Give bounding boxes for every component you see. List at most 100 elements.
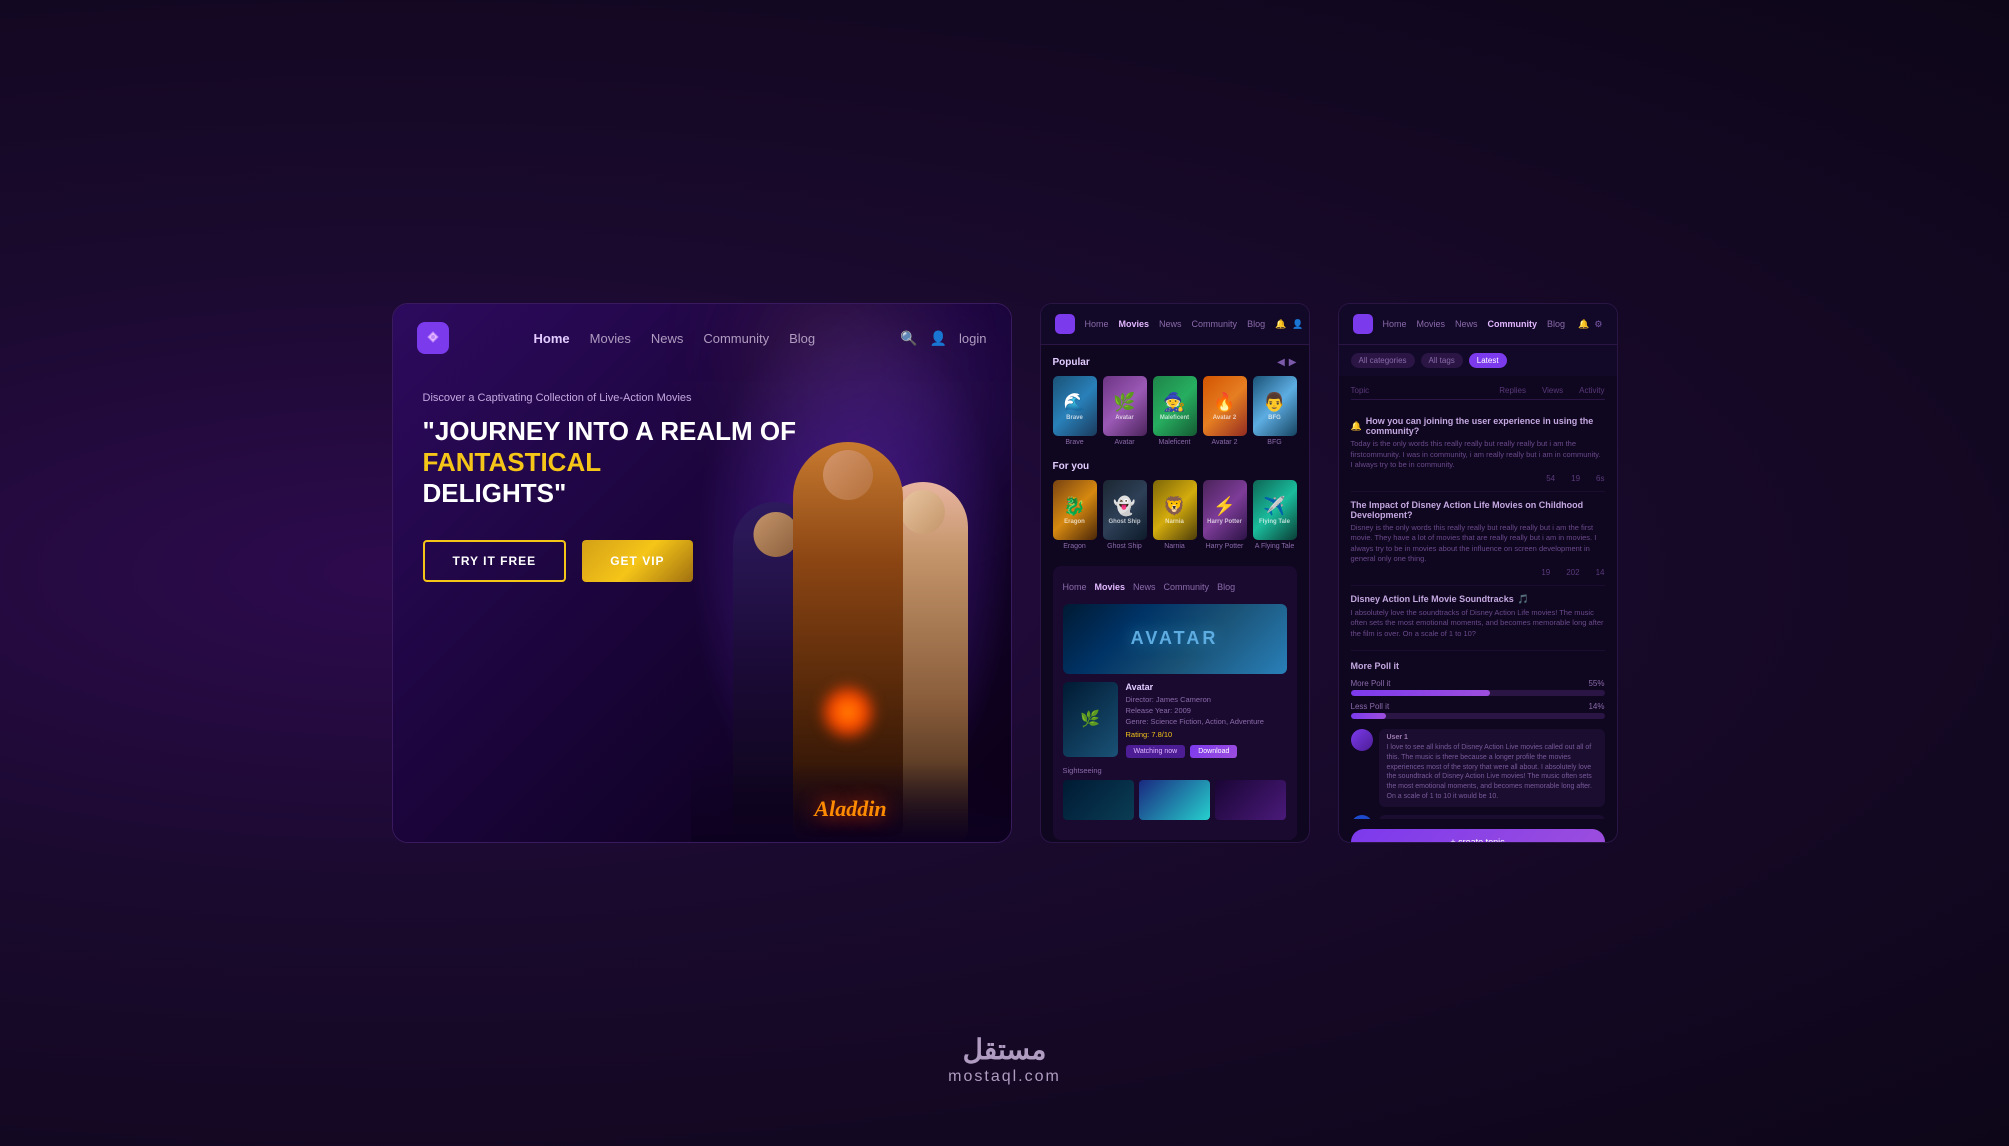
movies-panel: Home Movies News Community Blog 🔔 👤 Popu…: [1040, 303, 1310, 843]
topic-meta-2: 19 202 14: [1351, 568, 1605, 577]
popular-prev[interactable]: ◀: [1277, 357, 1285, 368]
comm-notification-icon[interactable]: 🔔: [1578, 319, 1589, 330]
genre-line: Genre: Science Fiction, Action, Adventur…: [1126, 717, 1287, 726]
poll-bar-fill-2: [1351, 713, 1387, 719]
poll-option-1: More Poll it 55%: [1351, 679, 1605, 696]
comm-nav-community[interactable]: Community: [1488, 319, 1538, 329]
main-nav: Home Movies News Community Blog 🔍 👤 logi…: [393, 304, 1011, 372]
topic-views-2: 202: [1566, 568, 1579, 577]
movie-action-buttons: Watching now Download: [1126, 745, 1287, 758]
list-item[interactable]: 🐉Eragon Eragon: [1053, 480, 1097, 551]
poll-bar-bg-2: [1351, 713, 1605, 719]
detail-nav-blog[interactable]: Blog: [1217, 582, 1235, 592]
topic-col-views: Views: [1542, 386, 1563, 395]
topic-item[interactable]: Disney Action Life Movie Soundtracks 🎵 I…: [1351, 586, 1605, 652]
topic-excerpt-1: Today is the only words this really real…: [1351, 439, 1605, 471]
movie-info: 🌿 Avatar Director: James Cameron Release…: [1063, 682, 1287, 758]
topic-views-1: 19: [1571, 474, 1580, 483]
comm-nav-blog[interactable]: Blog: [1547, 319, 1565, 329]
director-line: Director: James Cameron: [1126, 695, 1287, 704]
hero-content: Discover a Captivating Collection of Liv…: [393, 372, 1011, 602]
nav-home[interactable]: Home: [534, 331, 570, 346]
panel-user-icon[interactable]: 👤: [1292, 319, 1303, 330]
user-icon[interactable]: 👤: [930, 330, 947, 347]
filter-latest[interactable]: Latest: [1469, 353, 1507, 368]
screenshots-label: Sightseeing: [1063, 766, 1287, 775]
topic-item[interactable]: 🔔 How you can joining the user experienc…: [1351, 408, 1605, 492]
poll-bar-fill-1: [1351, 690, 1491, 696]
nav-blog[interactable]: Blog: [789, 331, 815, 346]
topic-replies-1: 54: [1546, 474, 1555, 483]
comm-nav-news[interactable]: News: [1455, 319, 1478, 329]
for-you-section: For you 🐉Eragon Eragon 👻Ghost Ship Ghost…: [1053, 461, 1297, 551]
get-vip-button[interactable]: GET VIP: [582, 540, 692, 582]
list-item[interactable]: ✈️Flying Tale A Flying Tale: [1253, 480, 1297, 551]
avatar-detail-section: Home Movies News Community Blog AVATAR 🌿: [1053, 566, 1297, 840]
poll-bar-bg-1: [1351, 690, 1605, 696]
panel-nav-blog[interactable]: Blog: [1247, 319, 1265, 329]
nav-news[interactable]: News: [651, 331, 684, 346]
list-item[interactable]: 🧙Maleficent Maleficent: [1153, 376, 1197, 447]
panel-nav-icons: 🔔 👤: [1275, 319, 1303, 330]
list-item[interactable]: 👻Ghost Ship Ghost Ship: [1103, 480, 1147, 551]
popular-section-header: Popular ◀ ▶: [1053, 357, 1297, 368]
topic-title-2: The Impact of Disney Action Life Movies …: [1351, 500, 1605, 520]
community-logo: [1353, 314, 1373, 334]
movie-title-overlay: Aladdin: [814, 796, 886, 821]
comment-bubble-2: User 2 I agree and the soundtracks of Di…: [1379, 815, 1605, 819]
search-icon[interactable]: 🔍: [900, 330, 917, 347]
poll-option-2: Less Poll it 14%: [1351, 702, 1605, 719]
detail-nav-movies[interactable]: Movies: [1095, 582, 1126, 592]
comm-nav-movies[interactable]: Movies: [1417, 319, 1446, 329]
rating: Rating: 7.8/10: [1126, 730, 1287, 739]
logo[interactable]: [417, 322, 449, 354]
filter-all-categories[interactable]: All categories: [1351, 353, 1415, 368]
login-button[interactable]: login: [959, 331, 986, 346]
screenshots-row: [1063, 780, 1287, 820]
list-item[interactable]: 🔥Avatar 2 Avatar 2: [1203, 376, 1247, 447]
detail-nav-news[interactable]: News: [1133, 582, 1156, 592]
topic-meta-1: 54 19 6s: [1351, 474, 1605, 483]
list-item[interactable]: 👨BFG BFG: [1253, 376, 1297, 447]
list-item[interactable]: 🦁Narnia Narnia: [1153, 480, 1197, 551]
comm-settings-icon[interactable]: ⚙: [1594, 319, 1602, 330]
list-item[interactable]: 🌿Avatar Avatar: [1103, 376, 1147, 447]
topic-emoji-1: 🔔: [1351, 421, 1362, 432]
filter-bar: All categories All tags Latest: [1339, 345, 1617, 376]
hero-subtitle: Discover a Captivating Collection of Liv…: [423, 392, 981, 404]
detail-nav-community[interactable]: Community: [1164, 582, 1210, 592]
try-free-button[interactable]: TRY IT FREE: [423, 540, 567, 582]
community-content: Topic Replies Views Activity 🔔 How you c…: [1339, 376, 1617, 819]
topic-item[interactable]: The Impact of Disney Action Life Movies …: [1351, 492, 1605, 586]
screenshot-2: [1139, 780, 1210, 820]
topic-col-activity: Activity: [1579, 386, 1604, 395]
popular-next[interactable]: ▶: [1289, 357, 1297, 368]
comments-section: User 1 I love to see all kinds of Disney…: [1351, 729, 1605, 819]
panel-nav-movies[interactable]: Movies: [1119, 319, 1150, 329]
panel-nav-home[interactable]: Home: [1085, 319, 1109, 329]
filter-all-tags[interactable]: All tags: [1421, 353, 1463, 368]
list-item[interactable]: 🌊Brave Brave: [1053, 376, 1097, 447]
nav-movies[interactable]: Movies: [590, 331, 631, 346]
list-item[interactable]: ⚡Harry Potter Harry Potter: [1203, 480, 1247, 551]
avatar-mini-poster: 🌿: [1063, 682, 1118, 757]
screenshot-1: [1063, 780, 1134, 820]
hero-title: "JOURNEY INTO A REALM OF FANTASTICAL DEL…: [423, 416, 981, 510]
comm-nav-home[interactable]: Home: [1383, 319, 1407, 329]
topic-title-3: Disney Action Life Movie Soundtracks 🎵: [1351, 594, 1605, 605]
detail-nav-home[interactable]: Home: [1063, 582, 1087, 592]
hero-buttons: TRY IT FREE GET VIP: [423, 540, 981, 582]
nav-community[interactable]: Community: [703, 331, 769, 346]
panel-search-icon[interactable]: 🔔: [1275, 319, 1286, 330]
poll-label-1: More Poll it 55%: [1351, 679, 1605, 688]
create-topic-button[interactable]: + create topic: [1351, 829, 1605, 843]
watch-button[interactable]: Watching now: [1126, 745, 1186, 758]
topic-title-1: 🔔 How you can joining the user experienc…: [1351, 416, 1605, 436]
panel-nav-community[interactable]: Community: [1192, 319, 1238, 329]
movie-details: Avatar Director: James Cameron Release Y…: [1126, 682, 1287, 758]
comment-user-1: User 1: [1387, 734, 1597, 741]
poll-section: More Poll it More Poll it 55% Less Poll …: [1351, 661, 1605, 719]
avatar-banner: AVATAR: [1063, 604, 1287, 674]
panel-nav-news[interactable]: News: [1159, 319, 1182, 329]
download-button[interactable]: Download: [1190, 745, 1237, 758]
